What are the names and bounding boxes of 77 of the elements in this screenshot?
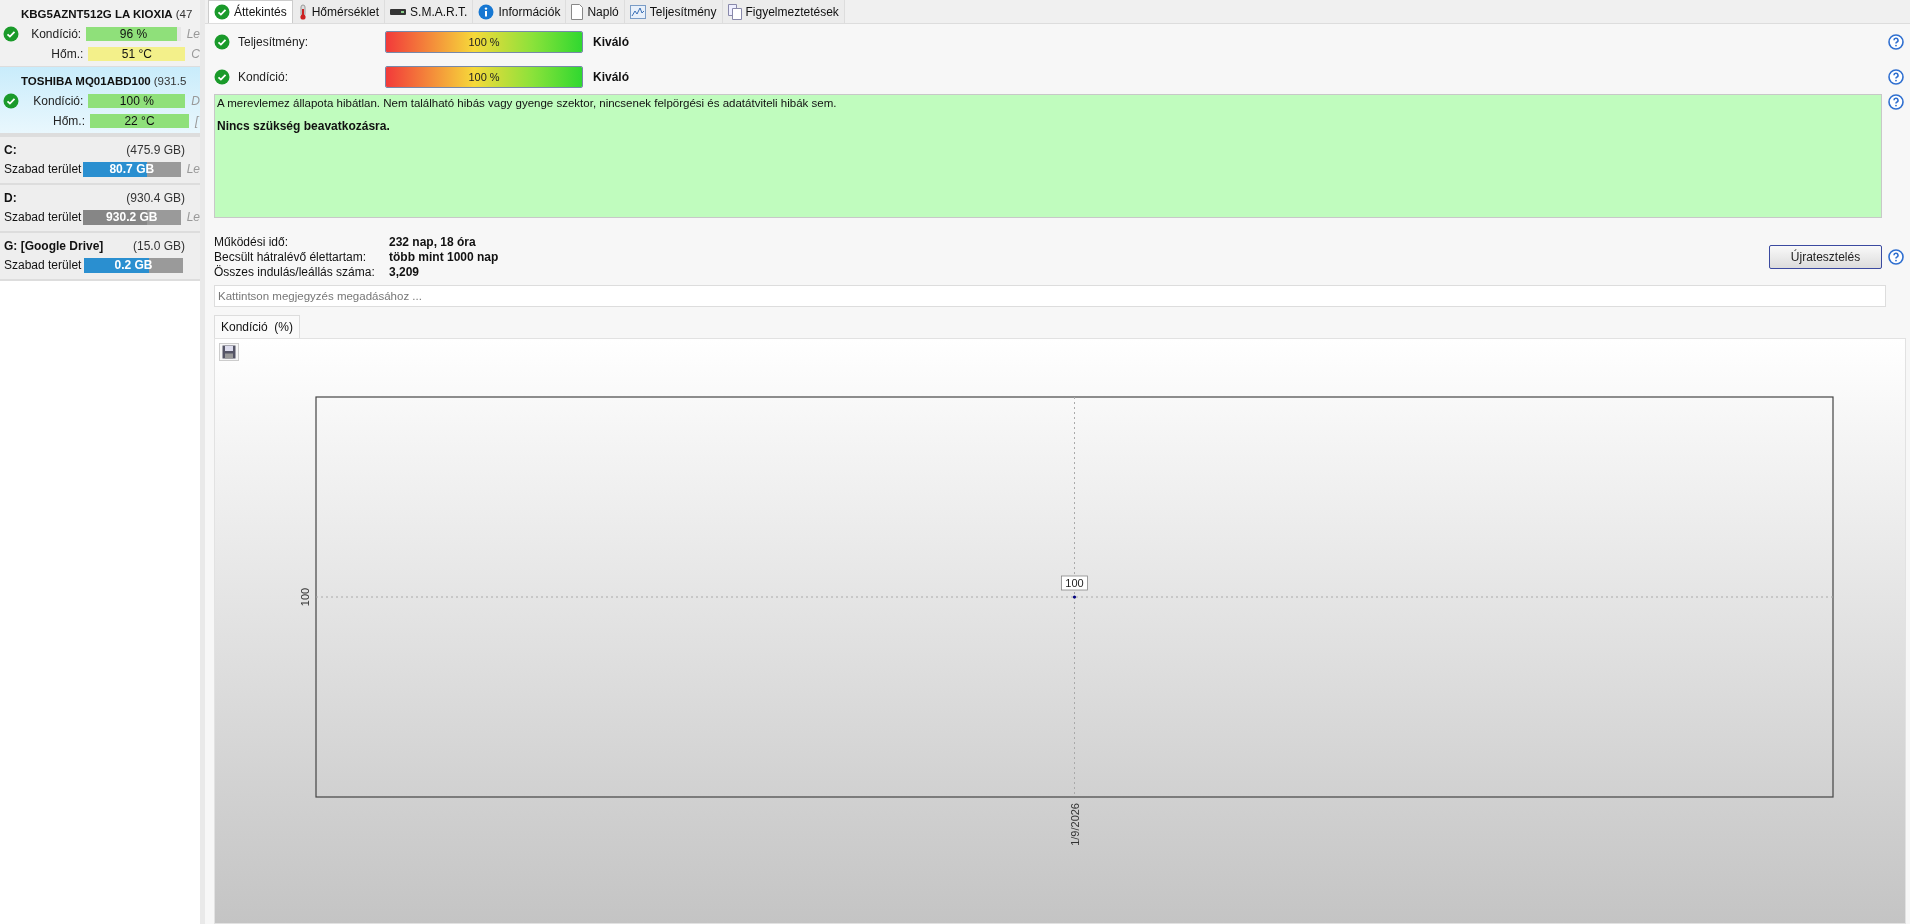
info-value: több mint 1000 nap: [389, 250, 499, 264]
disk-title: TOSHIBA MQ01ABD100: [21, 75, 151, 87]
info-label: Működési idő:: [214, 235, 290, 249]
tab[interactable]: Hőmérséklet: [292, 0, 386, 23]
info-value: 3,209: [389, 265, 421, 279]
volume-panel[interactable]: D: (930.4 GB) Szabad terület 930.2 GB Le: [0, 185, 200, 233]
meter-value: 100 %: [467, 69, 501, 85]
stat-label: Kondíció:: [32, 94, 85, 108]
check-icon: [214, 4, 230, 20]
disk-size: (931.5: [153, 75, 187, 87]
tab[interactable]: Figyelmeztetések: [722, 0, 845, 23]
volume-size: (475.9 GB): [126, 143, 185, 157]
free-space-value: 930.2 GB: [105, 209, 159, 225]
free-space-label: Szabad terület: [4, 210, 83, 224]
chart-icon: [629, 4, 646, 19]
retest-button[interactable]: Újratesztelés: [1769, 245, 1882, 269]
info-icon: [478, 3, 495, 20]
free-space-value: 80.7 GB: [108, 161, 156, 177]
disk-panel[interactable]: KBG5AZNT512G LA KIOXIA (47 Kondíció: 96 % Le Hőm.: 51 °C C: [0, 0, 200, 67]
tab[interactable]: Teljesítmény: [624, 0, 723, 23]
thermometer-icon: [297, 3, 308, 20]
free-space-label: Szabad terület: [4, 162, 83, 176]
advice-text: Nincs szükség beavatkozásra.: [217, 119, 391, 133]
check-icon: [214, 68, 230, 85]
volume-name: C:: [4, 143, 17, 157]
stat-label: Hőm.:: [52, 114, 86, 128]
meter-value: 100 %: [467, 34, 501, 50]
cut-label: Le: [185, 162, 200, 176]
meter-label: Kondíció:: [237, 69, 290, 84]
disk-title: KBG5AZNT512G LA KIOXIA: [21, 8, 173, 20]
volume-panel[interactable]: G: [Google Drive] (15.0 GB) Szabad terület 0.2 GB: [0, 233, 200, 281]
tab[interactable]: Információk: [473, 0, 567, 23]
tab[interactable]: Napló: [566, 0, 625, 23]
free-space-label: Szabad terület: [4, 258, 83, 272]
info-label: Összes indulás/leállás száma:: [214, 265, 376, 279]
drive-icon: [390, 8, 407, 15]
meter-label: Teljesítmény:: [237, 34, 310, 49]
rating-label: Kiváló: [592, 69, 629, 84]
volume-name: D:: [4, 191, 17, 205]
volume-size: (15.0 GB): [132, 239, 185, 253]
tab[interactable]: Áttekintés: [208, 0, 293, 23]
volume-name: G: [Google Drive]: [4, 239, 104, 253]
disk-panel[interactable]: TOSHIBA MQ01ABD100 (931.5 Kondíció: 100 % D Hőm.: 22 °C [: [0, 67, 200, 134]
chart-tab[interactable]: Kondíció (%): [214, 315, 301, 338]
stat-value: 96 %: [118, 27, 149, 41]
status-text: A merevlemez állapota hibátlan. Nem található hibás vagy gyenge szektor, nincsenek felpörgési és adatátviteli hibák sem.: [217, 97, 838, 109]
help-icon[interactable]: [1888, 94, 1904, 110]
cut-label: C: [190, 47, 200, 61]
tab[interactable]: S.M.A.R.T.: [385, 0, 474, 23]
volume-panel[interactable]: C: (475.9 GB) Szabad terület 80.7 GB Le: [0, 137, 200, 185]
cut-label: Le: [185, 27, 200, 41]
free-space-value: 0.2 GB: [113, 257, 154, 273]
note-field[interactable]: Kattintson megjegyzés megadásához ...: [214, 285, 1886, 307]
stat-value: 22 °C: [123, 114, 156, 128]
info-value: 232 nap, 18 óra: [389, 235, 477, 249]
x-tick-label: 1/9/2026: [1068, 803, 1081, 846]
stat-value: 100 %: [118, 94, 155, 108]
help-icon[interactable]: [1888, 33, 1904, 50]
save-icon[interactable]: [219, 343, 239, 361]
data-label: 100: [1061, 575, 1088, 591]
cut-label: [: [194, 114, 199, 128]
document-icon: [571, 3, 584, 20]
info-label: Becsült hátralévő élettartam:: [214, 250, 368, 264]
y-tick-label: 100: [299, 587, 311, 607]
help-icon[interactable]: [1888, 249, 1904, 265]
stat-value: 51 °C: [120, 47, 153, 61]
stat-label: Hőm.:: [50, 47, 85, 61]
documents-icon: [727, 3, 742, 20]
cut-label: D: [190, 94, 200, 108]
help-icon[interactable]: [1888, 68, 1904, 85]
cut-label: Le: [185, 210, 200, 224]
check-icon: [214, 33, 230, 50]
stat-label: Kondíció:: [30, 27, 83, 41]
rating-label: Kiváló: [592, 34, 629, 49]
disk-size: (47: [175, 8, 193, 20]
volume-size: (930.4 GB): [126, 191, 185, 205]
data-point: [1072, 595, 1077, 599]
